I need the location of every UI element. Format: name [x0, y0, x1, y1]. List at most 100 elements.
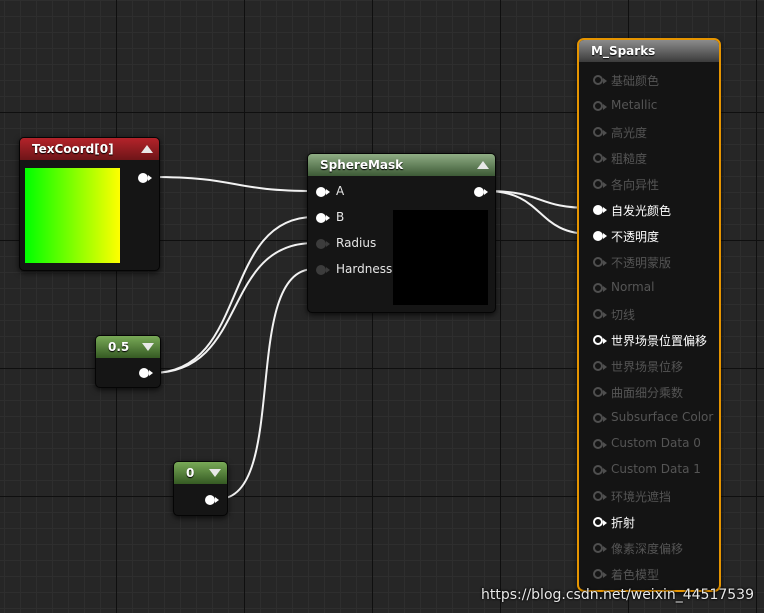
wire-texcoord-to-a: [151, 176, 315, 192]
constant-half-value: 0.5: [108, 340, 130, 354]
material-input-label: 各向异性: [611, 178, 660, 192]
input-label-hardness: Hardness: [336, 262, 393, 276]
material-node-title: M_Sparks: [591, 44, 656, 58]
material-input-pin[interactable]: [593, 543, 607, 553]
texcoord-node-header[interactable]: TexCoord[0]: [20, 138, 159, 160]
input-label-radius: Radius: [336, 236, 377, 250]
constant-zero-output-pin[interactable]: [205, 495, 219, 505]
material-input-row[interactable]: 各向异性: [593, 174, 713, 194]
material-input-pin[interactable]: [593, 101, 607, 111]
texcoord-node-title: TexCoord[0]: [32, 142, 114, 156]
material-input-pin[interactable]: [593, 465, 607, 475]
wire-half-to-b: [151, 216, 315, 374]
material-input-pin[interactable]: [593, 179, 607, 189]
material-input-row[interactable]: 像素深度偏移: [593, 538, 713, 558]
input-pin-radius[interactable]: [316, 239, 330, 249]
material-input-label: 自发光颜色: [611, 204, 672, 218]
texcoord-node[interactable]: TexCoord[0]: [19, 137, 160, 271]
material-node-header[interactable]: M_Sparks: [579, 40, 719, 62]
wire-spheremask-to-emissive: [485, 190, 592, 209]
collapse-arrow-icon[interactable]: [477, 161, 489, 169]
material-input-pin[interactable]: [593, 127, 607, 137]
material-input-label: Subsurface Color: [611, 410, 714, 424]
material-input-row[interactable]: Normal: [593, 278, 713, 298]
spheremask-node[interactable]: SphereMask A B Radius Hardness: [307, 153, 496, 313]
material-input-label: 不透明度: [611, 230, 660, 244]
material-input-row[interactable]: 环境光遮挡: [593, 486, 713, 506]
wire-zero-to-hardness: [217, 268, 315, 500]
expand-arrow-icon[interactable]: [142, 343, 154, 351]
material-input-row[interactable]: Subsurface Color: [593, 408, 713, 428]
input-pin-hardness[interactable]: [316, 265, 330, 275]
material-input-label: Custom Data 0: [611, 436, 701, 450]
texcoord-preview: [25, 168, 120, 263]
material-input-label: Metallic: [611, 98, 658, 112]
material-input-row[interactable]: 不透明度: [593, 226, 713, 246]
input-pin-b[interactable]: [316, 213, 330, 223]
texcoord-output-pin[interactable]: [138, 173, 152, 183]
material-input-pin[interactable]: [593, 335, 607, 345]
material-input-pin[interactable]: [593, 413, 607, 423]
wire-spheremask-to-opacity: [485, 190, 592, 235]
material-input-pin[interactable]: [593, 257, 607, 267]
material-input-label: 高光度: [611, 126, 648, 140]
material-input-pin[interactable]: [593, 309, 607, 319]
material-result-node[interactable]: M_Sparks 基础颜色 Metallic 高光度粗糙度各向异性自发光颜色不透明度…: [577, 38, 721, 592]
material-input-row[interactable]: 不透明蒙版: [593, 252, 713, 272]
material-input-label: 粗糙度: [611, 152, 648, 166]
material-input-label: 像素深度偏移: [611, 542, 684, 556]
material-input-label: 世界场景位置偏移: [611, 334, 708, 348]
spheremask-output-pin[interactable]: [474, 187, 488, 197]
material-input-row[interactable]: 粗糙度: [593, 148, 713, 168]
material-input-row[interactable]: 世界场景位置偏移: [593, 330, 713, 350]
material-input-row[interactable]: 世界场景位移: [593, 356, 713, 376]
material-input-row[interactable]: 曲面细分乘数: [593, 382, 713, 402]
wire-half-to-radius: [151, 242, 315, 374]
material-input-label: 折射: [611, 516, 636, 530]
input-label-a: A: [336, 184, 345, 198]
material-input-pin[interactable]: [593, 517, 607, 527]
material-input-label: 环境光遮挡: [611, 490, 672, 504]
material-input-row[interactable]: Custom Data 1: [593, 460, 713, 480]
material-input-pin[interactable]: [593, 283, 607, 293]
input-pin-a[interactable]: [316, 187, 330, 197]
material-input-pin[interactable]: [593, 205, 607, 215]
constant-zero-header[interactable]: 0: [174, 462, 227, 484]
constant-zero-value: 0: [186, 466, 195, 480]
input-label-b: B: [336, 210, 345, 224]
material-input-pin[interactable]: [593, 361, 607, 371]
collapse-arrow-icon[interactable]: [141, 145, 153, 153]
spheremask-node-header[interactable]: SphereMask: [308, 154, 495, 176]
material-input-label: 基础颜色: [611, 74, 660, 88]
material-input-label: 切线: [611, 308, 636, 322]
material-input-pin[interactable]: [593, 569, 607, 579]
material-input-row[interactable]: Metallic: [593, 96, 713, 116]
material-input-row[interactable]: 切线: [593, 304, 713, 324]
material-input-row[interactable]: 折射: [593, 512, 713, 532]
material-input-pin[interactable]: [593, 75, 607, 85]
material-input-label: 不透明蒙版: [611, 256, 672, 270]
constant-half-output-pin[interactable]: [139, 368, 153, 378]
expand-arrow-icon[interactable]: [209, 469, 221, 477]
material-input-pin[interactable]: [593, 231, 607, 241]
material-input-label: 着色模型: [611, 568, 660, 582]
watermark-text: https://blog.csdn.net/weixin_44517539: [480, 587, 754, 603]
constant-half-node[interactable]: 0.5: [95, 335, 161, 388]
material-input-pin[interactable]: [593, 439, 607, 449]
material-input-pin[interactable]: [593, 387, 607, 397]
material-input-label: 曲面细分乘数: [611, 386, 684, 400]
spheremask-node-title: SphereMask: [320, 158, 404, 172]
material-input-label: 世界场景位移: [611, 360, 684, 374]
material-input-row[interactable]: Custom Data 0: [593, 434, 713, 454]
material-input-row[interactable]: 着色模型: [593, 564, 713, 584]
material-input-pin[interactable]: [593, 491, 607, 501]
constant-half-header[interactable]: 0.5: [96, 336, 160, 358]
spheremask-preview: [393, 210, 488, 305]
material-input-label: Custom Data 1: [611, 462, 701, 476]
constant-zero-node[interactable]: 0: [173, 461, 228, 516]
material-input-row[interactable]: 基础颜色: [593, 70, 713, 90]
material-input-pin[interactable]: [593, 153, 607, 163]
material-input-row[interactable]: 高光度: [593, 122, 713, 142]
material-input-label: Normal: [611, 280, 655, 294]
material-input-row[interactable]: 自发光颜色: [593, 200, 713, 220]
